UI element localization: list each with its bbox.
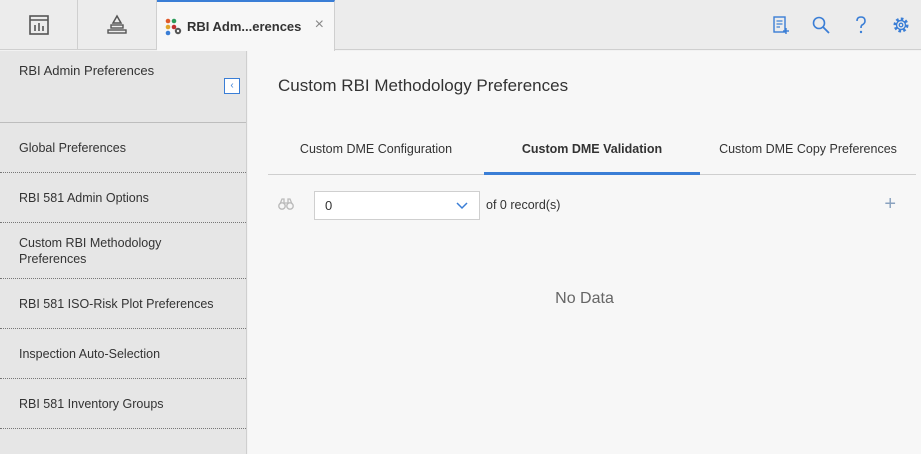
record-select-value: 0 [325, 198, 333, 213]
sidebar-item-rbi-581-inventory-groups[interactable]: RBI 581 Inventory Groups [0, 379, 246, 429]
asset-hierarchy-icon [107, 14, 127, 34]
sidebar-item-label: RBI 581 ISO-Risk Plot Preferences [19, 296, 214, 311]
no-data-message: No Data [555, 290, 614, 307]
close-icon[interactable]: × [315, 17, 324, 33]
sidebar-item-rbi-581-iso-risk-plot-preferences[interactable]: RBI 581 ISO-Risk Plot Preferences [0, 279, 246, 329]
settings-button[interactable] [881, 0, 921, 50]
dashboard-icon [28, 15, 49, 35]
help-icon [856, 16, 866, 34]
sidebar-title: RBI Admin Preferences [19, 63, 155, 78]
page-title: Custom RBI Methodology Preferences [278, 76, 569, 95]
tab-custom-dme-copy-preferences[interactable]: Custom DME Copy Preferences [700, 123, 916, 174]
sidebar-item-label: RBI 581 Admin Options [19, 190, 149, 205]
main-content: Custom RBI Methodology Preferences Custo… [248, 51, 921, 454]
sidebar: RBI Admin Preferences ‹ Global Preferenc… [0, 51, 247, 454]
collapse-sidebar-button[interactable]: ‹ [224, 78, 240, 94]
record-count: of 0 record(s) [486, 198, 560, 212]
help-button[interactable] [841, 0, 881, 50]
sidebar-item-label: Global Preferences [19, 140, 127, 155]
sidebar-item-label: RBI 581 Inventory Groups [19, 396, 164, 411]
top-bar: RBI Adm...erences × [0, 0, 921, 51]
new-record-button[interactable] [761, 0, 801, 50]
settings-icon [893, 17, 909, 33]
sidebar-list: Global Preferences RBI 581 Admin Options… [0, 123, 246, 429]
tab-bar: Custom DME Configuration Custom DME Vali… [268, 123, 916, 175]
sidebar-item-custom-rbi-methodology-preferences[interactable]: Custom RBI Methodology Preferences [0, 223, 246, 279]
sidebar-item-inspection-auto-selection[interactable]: Inspection Auto-Selection [0, 329, 246, 379]
top-right-toolbar [761, 0, 921, 50]
record-select[interactable]: 0 [314, 191, 480, 220]
asset-hierarchy-button[interactable] [78, 0, 157, 50]
tab-custom-dme-configuration[interactable]: Custom DME Configuration [268, 123, 484, 174]
sidebar-item-label: Custom RBI Methodology Preferences [19, 235, 162, 266]
search-icon [812, 16, 830, 34]
sidebar-item-global-preferences[interactable]: Global Preferences [0, 123, 246, 173]
records-label: record(s) [510, 198, 561, 212]
grid-toolbar: 0 of 0 record(s) + [268, 191, 916, 221]
dashboard-button[interactable] [0, 0, 78, 50]
tab-title: RBI Adm...erences [187, 19, 302, 34]
new-record-icon [773, 16, 789, 34]
add-record-button[interactable]: + [884, 194, 896, 214]
binoculars-icon[interactable] [278, 197, 294, 211]
rbi-app-icon [165, 18, 182, 35]
record-count-value: 0 [499, 198, 507, 212]
tab-rbi-admin-preferences[interactable]: RBI Adm...erences × [157, 0, 335, 51]
search-button[interactable] [801, 0, 841, 50]
tab-custom-dme-validation[interactable]: Custom DME Validation [484, 123, 700, 175]
sidebar-header: RBI Admin Preferences ‹ [0, 51, 246, 123]
sidebar-item-rbi-581-admin-options[interactable]: RBI 581 Admin Options [0, 173, 246, 223]
of-label: of [486, 198, 497, 212]
sidebar-item-label: Inspection Auto-Selection [19, 346, 161, 361]
chevron-down-icon [456, 202, 468, 210]
